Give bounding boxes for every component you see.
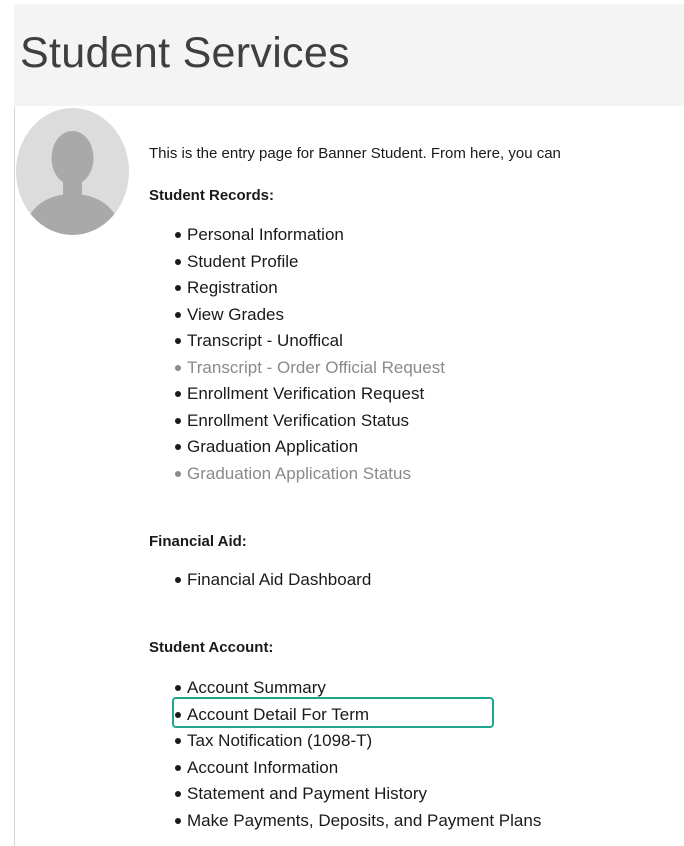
bullet-icon [175, 258, 181, 265]
page-title: Student Services [20, 29, 350, 77]
financial-aid-heading: Financial Aid: [149, 533, 247, 550]
link-financial-aid-dashboard[interactable]: Financial Aid Dashboard [175, 567, 372, 594]
link-label: Statement and Payment History [187, 784, 428, 803]
bullet-icon [175, 338, 181, 344]
link-label: Account Summary [187, 678, 326, 697]
bullet-icon [175, 444, 181, 450]
link-registration[interactable]: Registration [175, 275, 445, 302]
bullet-icon [175, 764, 181, 771]
link-tax-notification[interactable]: Tax Notification (1098-T) [175, 728, 541, 755]
link-label: Transcript - Unoffical [187, 331, 343, 350]
link-enrollment-verification-status[interactable]: Enrollment Verification Status [175, 408, 445, 435]
bullet-icon [175, 711, 181, 718]
bullet-icon [175, 685, 181, 691]
student-records-list: Personal Information Student Profile Reg… [175, 222, 445, 488]
link-label: Enrollment Verification Request [187, 384, 425, 403]
student-account-heading: Student Account: [149, 639, 274, 656]
link-label: Personal Information [187, 225, 344, 244]
link-account-detail-for-term[interactable]: Account Detail For Term [175, 702, 541, 729]
bullet-icon [175, 577, 181, 583]
bullet-icon [175, 791, 181, 797]
link-statement-payment-history[interactable]: Statement and Payment History [175, 781, 541, 808]
link-label: Account Information [187, 757, 339, 777]
link-account-summary[interactable]: Account Summary [175, 675, 541, 702]
bullet-icon [175, 364, 181, 371]
link-label: Tax Notification (1098-T) [187, 731, 373, 750]
link-enrollment-verification-request[interactable]: Enrollment Verification Request [175, 381, 445, 408]
link-label: View Grades [187, 304, 285, 324]
student-account-list: Account Summary Account Detail For Term … [175, 675, 542, 835]
link-graduation-application[interactable]: Graduation Application [175, 434, 445, 461]
link-transcript-unofficial[interactable]: Transcript - Unoffical [175, 328, 445, 355]
link-label: Registration [187, 278, 278, 297]
bullet-icon [175, 391, 181, 397]
link-student-profile[interactable]: Student Profile [175, 249, 445, 276]
bullet-icon [175, 817, 181, 824]
bullet-icon [175, 311, 181, 318]
link-label: Student Profile [187, 251, 299, 271]
link-label: Account Detail For Term [187, 704, 370, 724]
link-graduation-application-status: Graduation Application Status [175, 461, 445, 488]
link-view-grades[interactable]: View Grades [175, 302, 445, 329]
student-records-heading: Student Records: [149, 187, 275, 204]
financial-aid-list: Financial Aid Dashboard [175, 567, 372, 594]
link-transcript-order-official: Transcript - Order Official Request [175, 355, 445, 382]
link-label: Transcript - Order Official Request [187, 357, 445, 377]
student-services-page: Student Services This is the entry page … [0, 0, 684, 846]
link-label: Graduation Application Status [187, 463, 411, 483]
link-personal-information[interactable]: Personal Information [175, 222, 445, 249]
bullet-icon [175, 285, 181, 291]
link-label: Enrollment Verification Status [187, 410, 410, 430]
link-account-information[interactable]: Account Information [175, 755, 541, 782]
link-label: Financial Aid Dashboard [187, 570, 372, 589]
intro-text: This is the entry page for Banner Studen… [149, 145, 561, 162]
user-silhouette-icon [16, 108, 129, 235]
link-label: Make Payments, Deposits, and Payment Pla… [187, 810, 542, 830]
bullet-icon [175, 470, 181, 477]
bullet-icon [175, 417, 181, 424]
bullet-icon [175, 738, 181, 744]
content-left-border [14, 106, 15, 846]
link-label: Graduation Application [187, 437, 359, 456]
link-make-payments[interactable]: Make Payments, Deposits, and Payment Pla… [175, 808, 542, 835]
bullet-icon [175, 232, 181, 238]
